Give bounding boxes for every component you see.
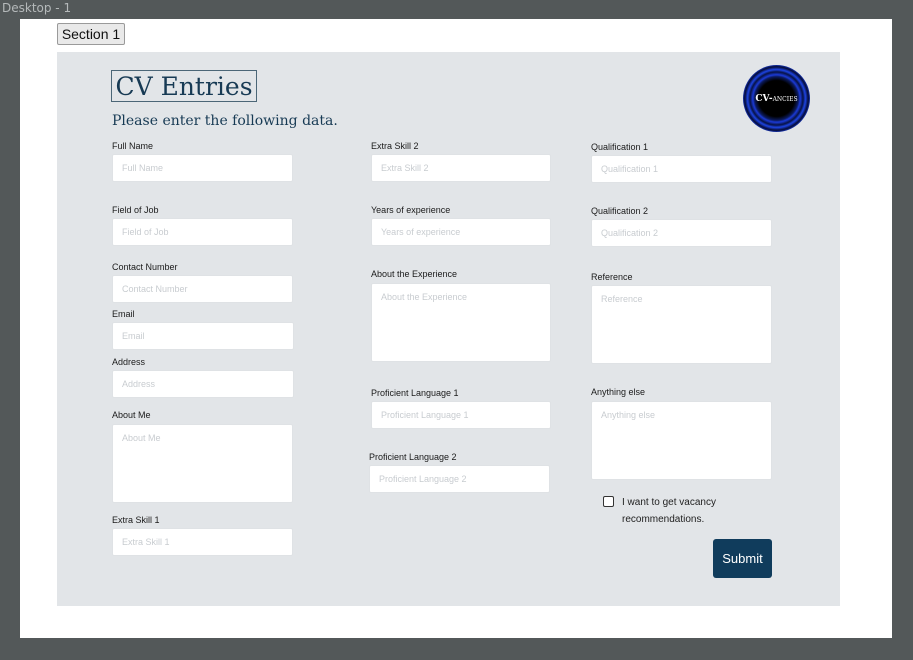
years-experience-label: Years of experience [371,205,451,215]
anything-else-label: Anything else [591,387,646,397]
full-name-label: Full Name [112,141,154,151]
field-of-job-input[interactable] [112,218,293,246]
proficient-language-1-label: Proficient Language 1 [371,388,459,398]
extra-skill-2-label: Extra Skill 2 [371,141,419,151]
about-experience-textarea[interactable] [371,283,551,362]
full-name-input[interactable] [112,154,293,182]
about-experience-label: About the Experience [371,269,458,279]
anything-else-textarea[interactable] [591,401,772,480]
extra-skill-2-input[interactable] [371,154,551,182]
section-button[interactable]: Section 1 [57,23,125,45]
years-experience-input[interactable] [371,218,551,246]
email-label: Email [112,309,135,319]
vacancy-recommendations-label: I want to get vacancy recommendations. [622,497,716,525]
vacancy-recommendations-checkbox[interactable] [603,496,614,507]
proficient-language-2-label: Proficient Language 2 [369,452,457,462]
reference-label: Reference [591,272,633,282]
qualification-1-label: Qualification 1 [591,142,649,152]
about-me-textarea[interactable] [112,424,293,503]
address-label: Address [112,357,146,367]
desktop-frame: Section 1 CV Entries Please enter the fo… [20,19,892,638]
reference-textarea[interactable] [591,285,772,364]
qualification-2-input[interactable] [591,219,772,247]
address-input[interactable] [112,370,294,398]
email-input[interactable] [112,322,294,350]
contact-number-input[interactable] [112,275,293,303]
extra-skill-1-label: Extra Skill 1 [112,515,160,525]
qualification-1-input[interactable] [591,155,772,183]
qualification-2-label: Qualification 2 [591,206,649,216]
contact-number-label: Contact Number [112,262,178,272]
frame-label: Desktop - 1 [2,1,72,15]
proficient-language-1-input[interactable] [371,401,551,429]
page-title: CV Entries [111,70,257,102]
about-me-label: About Me [112,410,151,420]
field-of-job-label: Field of Job [112,205,159,215]
extra-skill-1-input[interactable] [112,528,293,556]
cv-form-card: CV Entries Please enter the following da… [57,52,840,606]
submit-button[interactable]: Submit [713,539,772,578]
brand-logo: CV-ANCIES [743,65,810,132]
proficient-language-2-input[interactable] [369,465,550,493]
logo-text: CV-ANCIES [755,93,798,104]
page-subtitle: Please enter the following data. [112,113,338,129]
